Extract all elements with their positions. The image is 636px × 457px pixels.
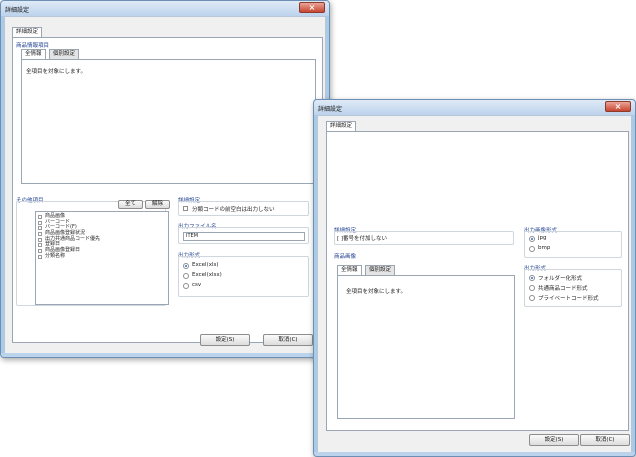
format-common-code-label: 共通商品コード形式 xyxy=(538,286,588,292)
close-icon: × xyxy=(308,3,316,12)
tab-label: 詳細設定 xyxy=(330,123,353,129)
format-xls-label: Excel(xls) xyxy=(192,262,219,268)
tab-page: 商品情報項目 全情報 個別設定 全項目を対象にします。 その他項目 全て 解除 … xyxy=(12,37,323,343)
checkbox-icon xyxy=(38,254,42,259)
all-info-page: 全項目を対象にします。 xyxy=(337,275,515,419)
format-xls-radio[interactable] xyxy=(183,263,189,269)
window-title: 詳細設定 xyxy=(318,106,343,113)
status-bar xyxy=(1,353,329,357)
exclude-leading-space-label: 分類コードの前空白は出力しない xyxy=(192,207,275,213)
checkbox-icon xyxy=(38,249,42,254)
checkbox-icon xyxy=(38,237,42,242)
checkbox-icon xyxy=(38,215,42,219)
format-xlsx-label: Excel(xlsx) xyxy=(192,272,222,278)
ok-button[interactable]: 設定(S) xyxy=(200,334,250,346)
all-info-page: 全項目を対象にします。 xyxy=(21,59,316,184)
format-csv-radio[interactable] xyxy=(183,283,189,289)
exclude-leading-space-checkbox[interactable] xyxy=(183,206,188,211)
button-label: 全て xyxy=(124,201,136,207)
tab-detail-settings[interactable]: 詳細設定 xyxy=(12,27,43,37)
detail-settings-window-b: 詳細設定 × 詳細設定 詳細設定 [ ]番号を付加しない 商品画像 全情報 個別… xyxy=(313,99,636,457)
list-item[interactable]: 分類名称 xyxy=(36,252,168,260)
format-common-code-radio[interactable] xyxy=(529,285,535,291)
subtab-all-info[interactable]: 全情報 xyxy=(337,265,362,275)
format-folder-radio[interactable] xyxy=(529,275,535,281)
subtab-label: 全情報 xyxy=(341,267,358,273)
format-private-code-radio[interactable] xyxy=(529,295,535,301)
other-items-list[interactable]: 商品画像 バーコード バーコード(F) 商品画像登録状況 出力共通商品コード優先… xyxy=(35,211,169,305)
subtab-individual[interactable]: 個別設定 xyxy=(365,265,396,275)
subtab-label: 全情報 xyxy=(25,51,42,57)
format-xlsx-radio[interactable] xyxy=(183,273,189,279)
close-button[interactable]: × xyxy=(605,101,631,112)
checkbox-icon xyxy=(38,232,42,237)
all-items-text: 全項目を対象にします。 xyxy=(346,289,406,295)
product-info-group-label: 商品情報項目 xyxy=(16,43,50,49)
subtab-individual[interactable]: 個別設定 xyxy=(49,49,80,59)
product-image-label: 商品画像 xyxy=(334,254,357,260)
checkbox-icon xyxy=(38,226,42,231)
image-bmp-radio[interactable] xyxy=(529,246,535,252)
all-items-text: 全項目を対象にします。 xyxy=(26,69,86,75)
tab-label: 詳細設定 xyxy=(16,29,39,35)
no-serial-checkbox-label: [ ]番号を付加しない xyxy=(337,236,388,242)
ok-button[interactable]: 設定(S) xyxy=(529,434,579,446)
subtab-label: 個別設定 xyxy=(369,267,392,273)
item-label: 分類名称 xyxy=(45,252,66,259)
title-bar[interactable]: 詳細設定 × xyxy=(1,1,329,16)
window-title: 詳細設定 xyxy=(5,7,30,14)
close-button[interactable]: × xyxy=(299,2,325,13)
cancel-button[interactable]: 取消(C) xyxy=(263,334,313,346)
format-private-code-label: プライベートコード形式 xyxy=(538,296,599,302)
title-bar[interactable]: 詳細設定 × xyxy=(314,100,635,115)
subtab-label: 個別設定 xyxy=(53,51,76,57)
button-label: 取消(C) xyxy=(278,337,298,343)
button-label: 解除 xyxy=(151,201,163,207)
tab-page: 詳細設定 [ ]番号を付加しない 商品画像 全情報 個別設定 全項目を対象にしま… xyxy=(326,131,629,431)
detail-settings-window-a: 詳細設定 × 詳細設定 商品情報項目 全情報 個別設定 全項目を対象にします。 … xyxy=(0,0,330,358)
cancel-button[interactable]: 取消(C) xyxy=(580,434,630,446)
format-csv-label: csv xyxy=(192,282,202,288)
checkbox-icon xyxy=(38,243,42,248)
button-label: 設定(S) xyxy=(215,337,235,343)
close-icon: × xyxy=(614,102,622,111)
format-folder-label: フォルダー化形式 xyxy=(538,276,583,282)
status-bar xyxy=(314,452,635,456)
window-client: 詳細設定 詳細設定 [ ]番号を付加しない 商品画像 全情報 個別設定 全項目を… xyxy=(317,115,632,453)
input-value: ITEM xyxy=(186,233,199,239)
window-client: 詳細設定 商品情報項目 全情報 個別設定 全項目を対象にします。 その他項目 全… xyxy=(4,16,326,354)
tab-detail-settings[interactable]: 詳細設定 xyxy=(326,121,357,131)
image-jpg-radio[interactable] xyxy=(529,236,535,242)
subtab-all-info[interactable]: 全情報 xyxy=(21,49,46,59)
button-label: 設定(S) xyxy=(544,437,564,443)
select-all-button[interactable]: 全て xyxy=(118,200,143,209)
checkbox-icon xyxy=(38,220,42,225)
image-bmp-label: bmp xyxy=(538,245,551,251)
clear-button[interactable]: 解除 xyxy=(145,200,170,209)
output-filename-input[interactable]: ITEM xyxy=(183,232,305,241)
image-jpg-label: jpg xyxy=(538,235,547,241)
button-label: 取消(C) xyxy=(595,437,615,443)
